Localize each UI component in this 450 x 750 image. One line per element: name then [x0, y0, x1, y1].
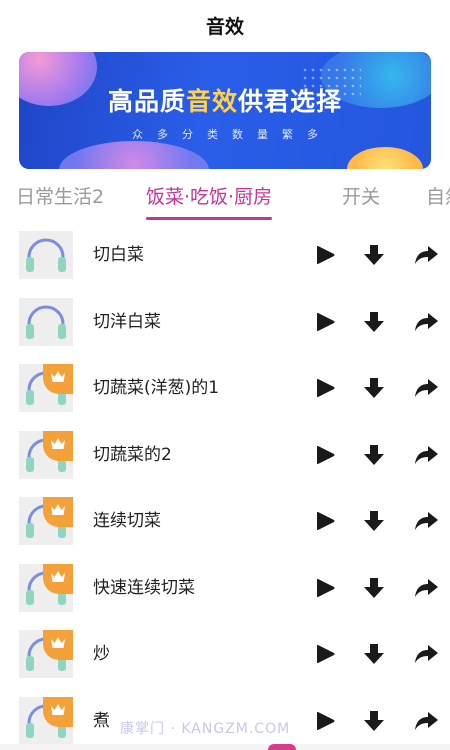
download-icon[interactable]: [362, 642, 386, 666]
download-icon[interactable]: [362, 576, 386, 600]
sound-thumbnail: [19, 364, 73, 412]
banner-decoration: [347, 147, 423, 169]
download-icon[interactable]: [362, 310, 386, 334]
share-icon[interactable]: [413, 310, 438, 334]
share-icon[interactable]: [413, 376, 438, 400]
promo-banner[interactable]: 高品质音效供君选择 众多分类数量繁多: [19, 52, 431, 169]
list-item[interactable]: 切蔬菜的2: [0, 422, 450, 488]
list-item[interactable]: 连续切菜: [0, 488, 450, 554]
play-icon[interactable]: [313, 509, 337, 533]
sound-name: 切洋白菜: [93, 311, 161, 332]
download-icon[interactable]: [362, 376, 386, 400]
tab-nature[interactable]: 自然: [426, 182, 450, 222]
sound-thumbnail: [19, 430, 73, 479]
page-title: 音效: [205, 16, 244, 38]
play-icon[interactable]: [313, 443, 337, 467]
list-item[interactable]: 切蔬菜(洋葱)的1: [0, 355, 450, 421]
list-item[interactable]: 切白菜: [0, 222, 450, 288]
sound-thumbnail: [19, 497, 73, 545]
download-icon[interactable]: [362, 709, 386, 733]
sound-name: 切蔬菜的2: [93, 444, 172, 465]
crown-icon: [43, 497, 73, 527]
bottom-nav-bar: [0, 744, 450, 750]
sound-thumbnail: [19, 630, 73, 678]
crown-icon: [43, 563, 73, 594]
watermark: 康掌门 · KANGZM.COM: [120, 721, 291, 737]
sound-thumbnail: [19, 696, 73, 745]
sound-name: 煮: [93, 710, 110, 731]
sound-thumbnail: [19, 563, 73, 612]
play-icon[interactable]: [313, 376, 337, 400]
sound-name: 连续切菜: [93, 511, 161, 531]
share-icon[interactable]: [413, 576, 438, 600]
crown-icon: [43, 630, 73, 660]
sound-thumbnail: [19, 231, 73, 279]
share-icon[interactable]: [413, 509, 438, 533]
sound-name: 快速连续切菜: [93, 577, 195, 598]
tab-switch[interactable]: 开关: [342, 182, 380, 222]
sound-thumbnail: [19, 297, 73, 346]
share-icon[interactable]: [413, 243, 438, 267]
download-icon[interactable]: [362, 443, 386, 467]
tab-kitchen[interactable]: 饭菜·吃饭·厨房: [146, 182, 273, 222]
tab-daily-life-2[interactable]: 日常生活2: [16, 182, 104, 222]
sound-name: 炒: [93, 644, 110, 664]
play-icon[interactable]: [313, 642, 337, 666]
category-tabs: 日常生活2 饭菜·吃饭·厨房 开关 自然: [0, 182, 450, 222]
share-icon[interactable]: [413, 443, 438, 467]
crown-icon: [43, 430, 73, 461]
list-item[interactable]: 快速连续切菜: [0, 555, 450, 621]
nav-center-button[interactable]: [268, 744, 296, 750]
share-icon[interactable]: [413, 709, 438, 733]
share-icon[interactable]: [413, 642, 438, 666]
download-icon[interactable]: [362, 243, 386, 267]
crown-icon: [43, 696, 73, 727]
list-item[interactable]: 炒: [0, 621, 450, 687]
play-icon[interactable]: [313, 576, 337, 600]
download-icon[interactable]: [362, 509, 386, 533]
list-item[interactable]: 切洋白菜: [0, 289, 450, 355]
banner-tagline: 众多分类数量繁多: [132, 128, 332, 141]
banner-headline: 高品质音效供君选择: [107, 87, 343, 116]
play-icon[interactable]: [313, 310, 337, 334]
sound-name: 切白菜: [93, 245, 144, 265]
play-icon[interactable]: [313, 709, 337, 733]
banner-decoration: [59, 141, 209, 169]
play-icon[interactable]: [313, 243, 337, 267]
crown-icon: [43, 364, 73, 394]
sound-name: 切蔬菜(洋葱)的1: [93, 378, 220, 398]
